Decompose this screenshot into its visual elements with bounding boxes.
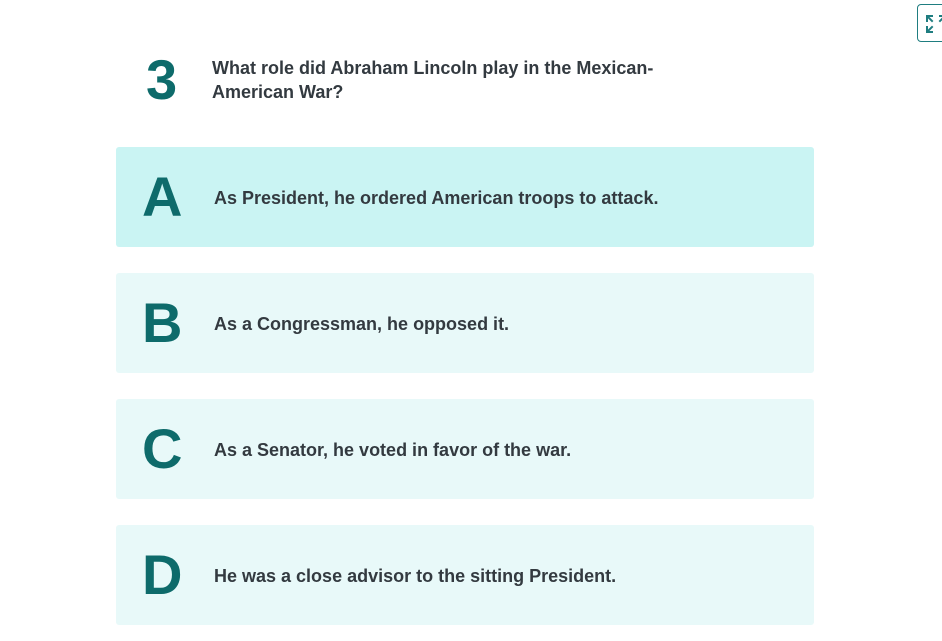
answer-option-c[interactable]: C As a Senator, he voted in favor of the…: [116, 399, 814, 499]
option-text: As a Congressman, he opposed it.: [214, 314, 510, 334]
question-number: 3: [146, 48, 178, 111]
question-text: What role did Abraham Lincoln play in th…: [212, 58, 654, 102]
answer-option-a[interactable]: A As President, he ordered American troo…: [116, 147, 814, 247]
option-letter: D: [142, 543, 183, 606]
quiz-page: 3 What role did Abraham Lincoln play in …: [0, 0, 942, 641]
option-text: As a Senator, he voted in favor of the w…: [214, 440, 572, 460]
option-text: He was a close advisor to the sitting Pr…: [214, 566, 617, 586]
answer-option-b[interactable]: B As a Congressman, he opposed it.: [116, 273, 814, 373]
question-header: 3 What role did Abraham Lincoln play in …: [116, 48, 814, 118]
answer-option-d[interactable]: D He was a close advisor to the sitting …: [116, 525, 814, 625]
option-letter: C: [142, 417, 183, 480]
option-letter: B: [142, 291, 183, 354]
option-text: As President, he ordered American troops…: [214, 188, 659, 208]
option-letter: A: [142, 165, 183, 228]
fullscreen-button[interactable]: [917, 4, 942, 42]
